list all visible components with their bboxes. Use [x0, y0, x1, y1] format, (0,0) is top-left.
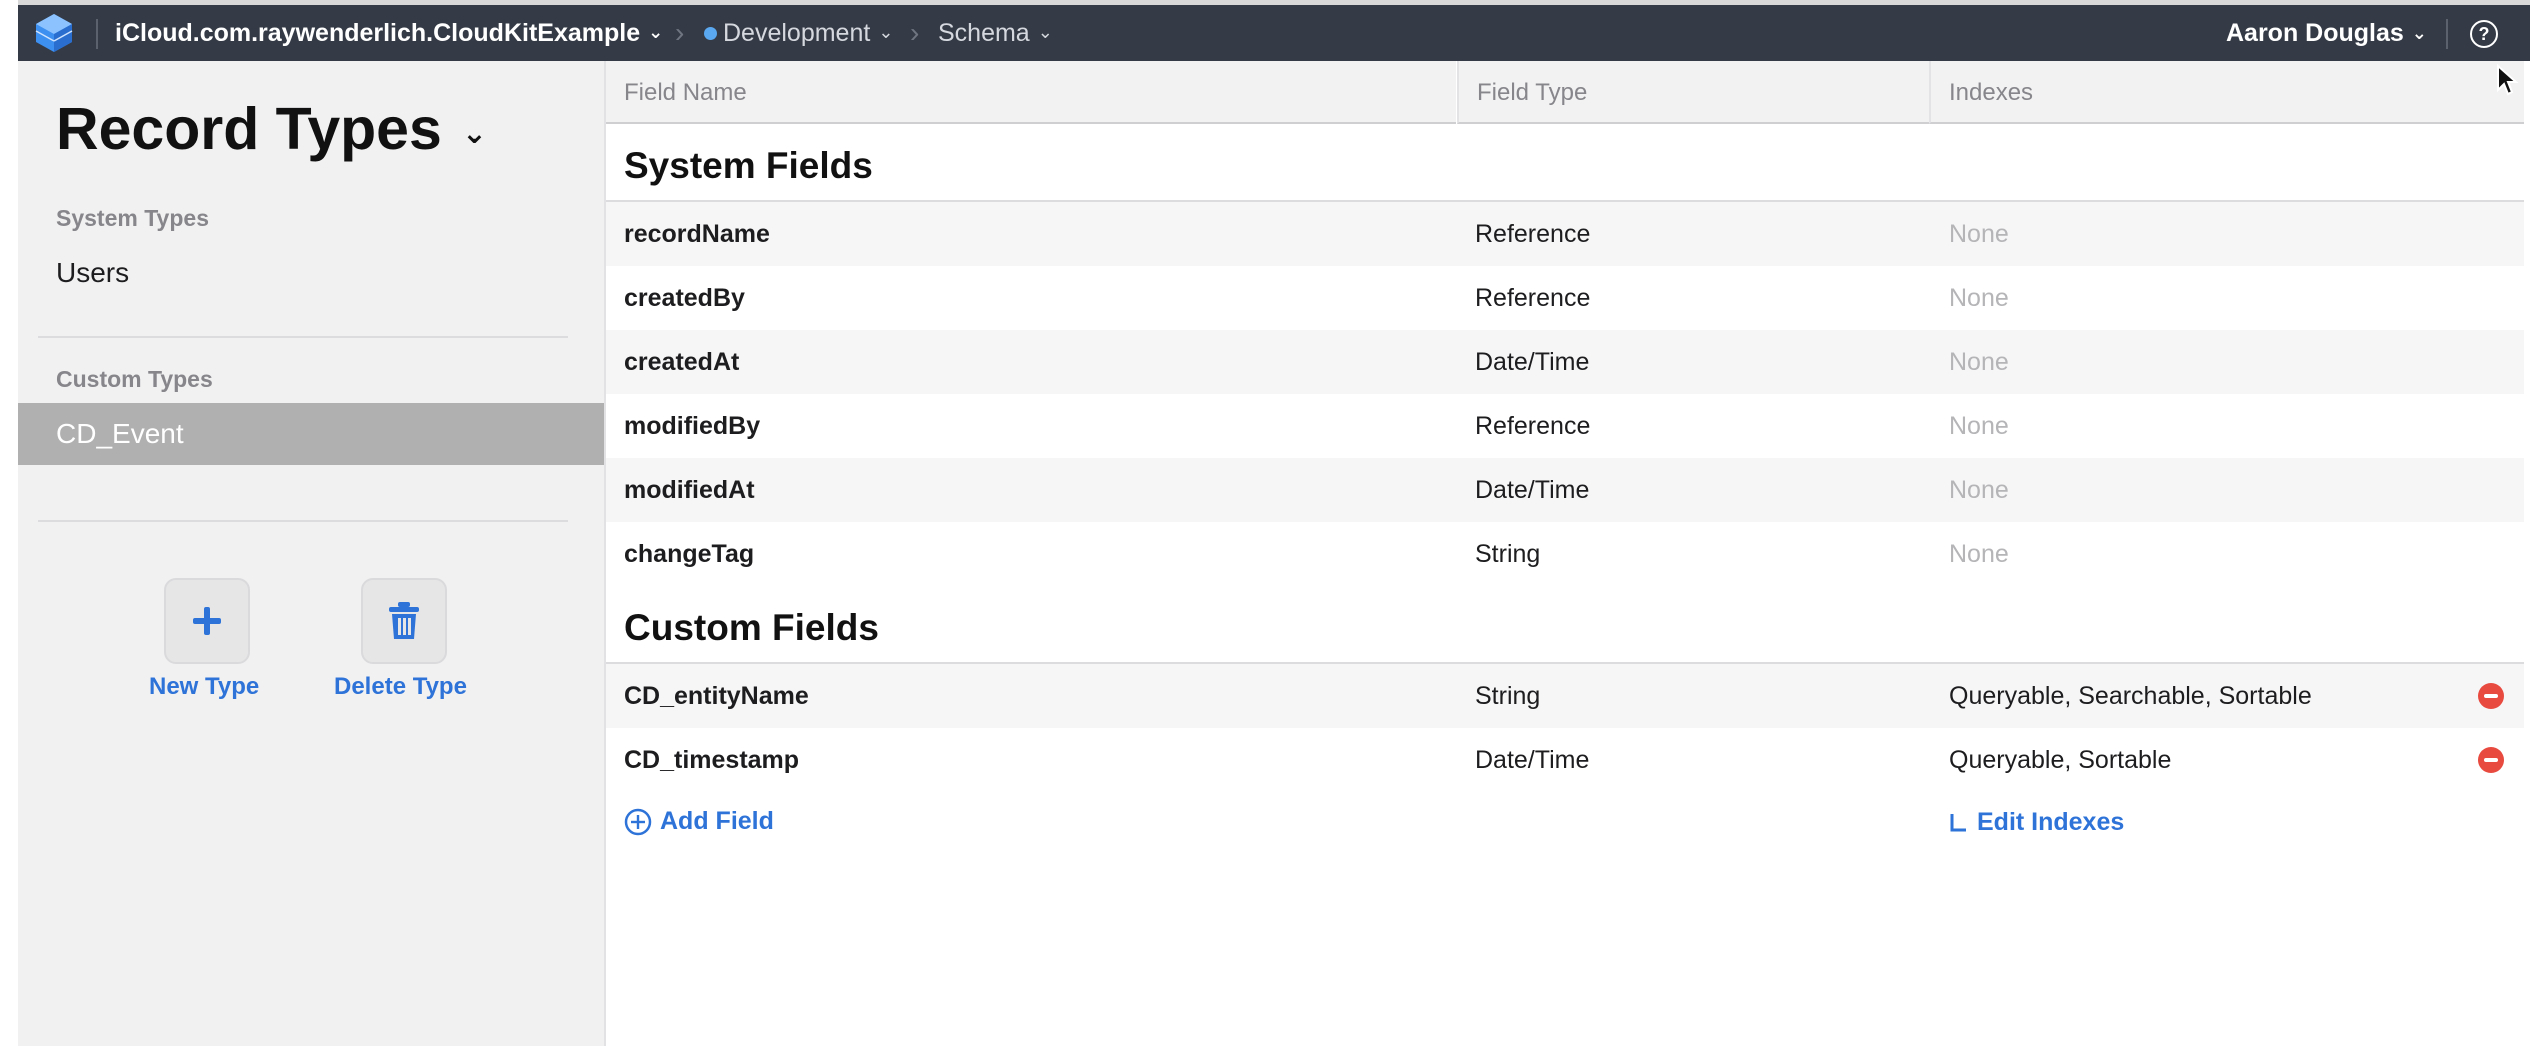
- indent-corner-icon: [1950, 813, 1966, 831]
- field-type: Date/Time: [1475, 746, 1590, 774]
- topbar-divider: [2446, 19, 2448, 49]
- remove-field-icon[interactable]: [2478, 747, 2504, 773]
- table-row[interactable]: modifiedBy Reference None: [606, 394, 2524, 458]
- column-header-field-type[interactable]: Field Type: [1457, 61, 1929, 124]
- field-name: modifiedBy: [624, 412, 761, 440]
- remove-field-icon[interactable]: [2478, 683, 2504, 709]
- sidebar-title: Record Types: [56, 96, 442, 162]
- field-type: Date/Time: [1475, 348, 1590, 376]
- column-header-indexes[interactable]: Indexes: [1929, 61, 2524, 124]
- table-row[interactable]: changeTag String None: [606, 522, 2524, 586]
- fields-table: Field Name Field Type Indexes System Fie…: [606, 61, 2524, 1046]
- help-icon[interactable]: ?: [2470, 20, 2498, 48]
- sidebar-divider: [38, 336, 568, 338]
- cloudkit-app-icon[interactable]: [32, 11, 76, 55]
- environment-name: Development: [723, 18, 871, 47]
- field-name: modifiedAt: [624, 476, 755, 504]
- add-field-label: Add Field: [660, 807, 774, 835]
- table-row[interactable]: createdBy Reference None: [606, 266, 2524, 330]
- container-selector[interactable]: iCloud.com.raywenderlich.CloudKitExample…: [115, 5, 663, 61]
- sidebar-divider: [38, 520, 568, 522]
- field-indexes: None: [1949, 284, 2009, 312]
- sidebar-item-label: CD_Event: [56, 418, 184, 449]
- table-row[interactable]: modifiedAt Date/Time None: [606, 458, 2524, 522]
- plus-icon: [193, 607, 221, 635]
- section-selector[interactable]: Schema ⌄: [938, 5, 1053, 61]
- field-type: Reference: [1475, 412, 1591, 440]
- container-name: iCloud.com.raywenderlich.CloudKitExample: [115, 18, 641, 47]
- breadcrumb-chevron-icon: ›: [910, 17, 920, 48]
- field-name: createdAt: [624, 348, 740, 376]
- system-types-label: System Types: [56, 205, 209, 231]
- trash-icon: [389, 602, 419, 639]
- new-type-label[interactable]: New Type: [149, 673, 259, 701]
- field-type: String: [1475, 682, 1541, 710]
- column-header-field-name[interactable]: Field Name: [606, 61, 1456, 124]
- chevron-down-icon: ⌄: [878, 21, 894, 42]
- field-type: String: [1475, 540, 1541, 568]
- custom-types-label: Custom Types: [56, 366, 213, 392]
- top-bar: iCloud.com.raywenderlich.CloudKitExample…: [18, 0, 2530, 61]
- user-menu[interactable]: Aaron Douglas ⌄: [2226, 5, 2427, 61]
- field-indexes: None: [1949, 540, 2009, 568]
- chevron-down-icon: ⌄: [648, 21, 664, 42]
- environment-status-dot: [704, 26, 717, 40]
- delete-type-button[interactable]: [361, 578, 447, 664]
- custom-fields-title: Custom Fields: [624, 607, 879, 648]
- add-field-button[interactable]: Add Field: [624, 807, 774, 836]
- chevron-down-icon: ⌄: [1037, 21, 1053, 42]
- add-circle-icon: [624, 808, 652, 835]
- sidebar-item-users[interactable]: Users: [56, 257, 129, 289]
- table-row[interactable]: createdAt Date/Time None: [606, 330, 2524, 394]
- edit-indexes-button[interactable]: Edit Indexes: [1949, 808, 2124, 837]
- mouse-cursor-icon: [2497, 64, 2519, 96]
- field-indexes: Queryable, Searchable, Sortable: [1949, 682, 2312, 710]
- field-type: Date/Time: [1475, 476, 1590, 504]
- environment-selector[interactable]: Development ⌄: [704, 5, 893, 61]
- field-type: Reference: [1475, 284, 1591, 312]
- field-indexes: None: [1949, 220, 2009, 248]
- delete-type-label[interactable]: Delete Type: [334, 673, 467, 701]
- section-name: Schema: [938, 18, 1030, 47]
- field-name: createdBy: [624, 284, 745, 312]
- field-name: CD_timestamp: [624, 746, 800, 774]
- field-name: changeTag: [624, 540, 755, 568]
- chevron-down-icon: ⌄: [461, 116, 487, 150]
- user-name: Aaron Douglas: [2226, 18, 2404, 47]
- field-indexes: None: [1949, 476, 2009, 504]
- field-name: recordName: [624, 220, 770, 248]
- record-types-menu[interactable]: Record Types ⌄: [56, 95, 487, 163]
- new-type-button[interactable]: [164, 578, 250, 664]
- topbar-divider: [96, 19, 98, 49]
- edit-indexes-label: Edit Indexes: [1977, 808, 2125, 836]
- chevron-down-icon: ⌄: [2411, 22, 2427, 43]
- field-indexes: None: [1949, 348, 2009, 376]
- table-row[interactable]: recordName Reference None: [606, 202, 2524, 266]
- field-type: Reference: [1475, 220, 1591, 248]
- table-row[interactable]: CD_timestamp Date/Time Queryable, Sortab…: [606, 728, 2524, 792]
- field-name: CD_entityName: [624, 682, 809, 710]
- breadcrumb-chevron-icon: ›: [675, 17, 685, 48]
- field-indexes: None: [1949, 412, 2009, 440]
- table-row[interactable]: CD_entityName String Queryable, Searchab…: [606, 664, 2524, 728]
- system-fields-title: System Fields: [624, 145, 873, 186]
- sidebar: Record Types ⌄ System Types Users Custom…: [18, 61, 606, 1046]
- sidebar-item-cd-event[interactable]: CD_Event: [18, 403, 604, 465]
- field-indexes: Queryable, Sortable: [1949, 746, 2172, 774]
